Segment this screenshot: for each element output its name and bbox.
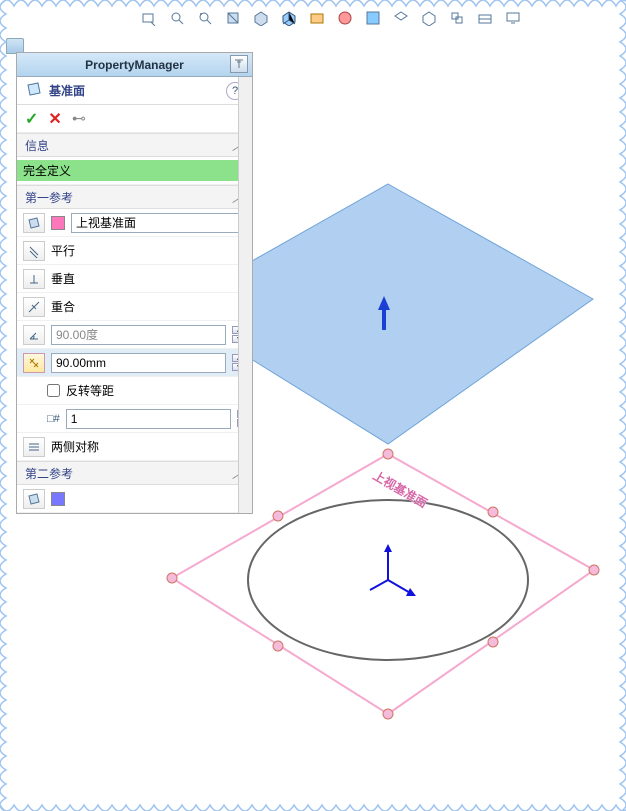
entity-picker-icon[interactable] — [23, 489, 45, 509]
angle-input[interactable] — [51, 325, 226, 345]
plane-icon — [25, 80, 43, 101]
display-style-icon[interactable] — [278, 7, 300, 29]
ref2-label: 第二参考 — [25, 465, 73, 482]
monitor-icon[interactable] — [502, 7, 524, 29]
ref1-section-header[interactable]: 第一参考 ︿ — [17, 185, 252, 209]
distance-input[interactable] — [51, 353, 226, 373]
view-labels-icon[interactable] — [474, 7, 496, 29]
info-section-header[interactable]: 信息 ︿ — [17, 133, 252, 157]
panel-header: PropertyManager — [17, 53, 252, 77]
symmetric-icon — [23, 437, 45, 457]
angle-icon[interactable] — [23, 325, 45, 345]
ref2-color-swatch — [51, 492, 65, 506]
perpendicular-row[interactable]: 垂直 — [17, 265, 252, 293]
panel-title-text: PropertyManager — [85, 58, 184, 72]
origin-triad-icon — [370, 544, 416, 596]
symmetric-label: 两侧对称 — [51, 438, 99, 455]
ref1-entity-row — [17, 209, 252, 237]
entity-color-swatch — [51, 216, 65, 230]
render-tools-icon[interactable] — [418, 7, 440, 29]
instances-icon: □# — [47, 413, 60, 425]
coincident-icon — [23, 297, 45, 317]
push-pin-icon[interactable]: ⊷ — [72, 110, 86, 127]
plane-label: 上视基准面 — [371, 468, 430, 511]
symmetric-row[interactable]: 两侧对称 — [17, 433, 252, 461]
display-pane-icon[interactable] — [446, 7, 468, 29]
instances-input[interactable] — [66, 409, 231, 429]
reverse-label: 反转等距 — [66, 382, 114, 399]
reverse-checkbox[interactable] — [47, 384, 60, 397]
reverse-row: 反转等距 — [17, 377, 252, 405]
feature-name: 基准面 — [49, 82, 85, 99]
ref2-section-header[interactable]: 第二参考 ︿ — [17, 461, 252, 485]
previous-view-icon[interactable] — [194, 7, 216, 29]
info-label: 信息 — [25, 137, 49, 154]
distance-row: ▲▼ — [17, 349, 252, 377]
entity-picker-icon[interactable] — [23, 213, 45, 233]
distance-icon[interactable] — [23, 353, 45, 373]
ref1-label: 第一参考 — [25, 189, 73, 206]
instances-row: □# ▲▼ — [17, 405, 252, 433]
pin-button[interactable] — [230, 55, 248, 73]
hide-show-icon[interactable] — [306, 7, 328, 29]
view-orientation-icon[interactable] — [250, 7, 272, 29]
perpendicular-icon — [23, 269, 45, 289]
ref2-entity-row — [17, 485, 252, 513]
parallel-icon — [23, 241, 45, 261]
status-badge: 完全定义 — [17, 160, 252, 181]
view-toolbar — [138, 6, 524, 30]
ok-button[interactable]: ✓ — [25, 109, 38, 129]
view-settings-icon[interactable] — [390, 7, 412, 29]
zoom-area-icon[interactable] — [166, 7, 188, 29]
property-manager-panel: PropertyManager 基准面 ? ✓ ✕ ⊷ 信息 ︿ 完全定义 第一… — [16, 52, 253, 514]
ref1-entity-input[interactable] — [71, 213, 246, 233]
apply-scene-icon[interactable] — [362, 7, 384, 29]
coincident-label: 重合 — [51, 298, 75, 315]
cancel-button[interactable]: ✕ — [48, 109, 61, 129]
parallel-label: 平行 — [51, 242, 75, 259]
panel-scrollbar[interactable] — [238, 77, 252, 513]
parallel-row[interactable]: 平行 — [17, 237, 252, 265]
confirm-bar: ✓ ✕ ⊷ — [17, 105, 252, 133]
edit-appearance-icon[interactable] — [334, 7, 356, 29]
zoom-fit-icon[interactable] — [138, 7, 160, 29]
coincident-row[interactable]: 重合 — [17, 293, 252, 321]
normal-arrow-icon — [378, 296, 390, 330]
perpendicular-label: 垂直 — [51, 270, 75, 287]
angle-row: ▲▼ — [17, 321, 252, 349]
section-view-icon[interactable] — [222, 7, 244, 29]
sketch-circle — [248, 500, 528, 660]
feature-title-row: 基准面 ? — [17, 77, 252, 105]
status-row: 完全定义 — [17, 157, 252, 185]
